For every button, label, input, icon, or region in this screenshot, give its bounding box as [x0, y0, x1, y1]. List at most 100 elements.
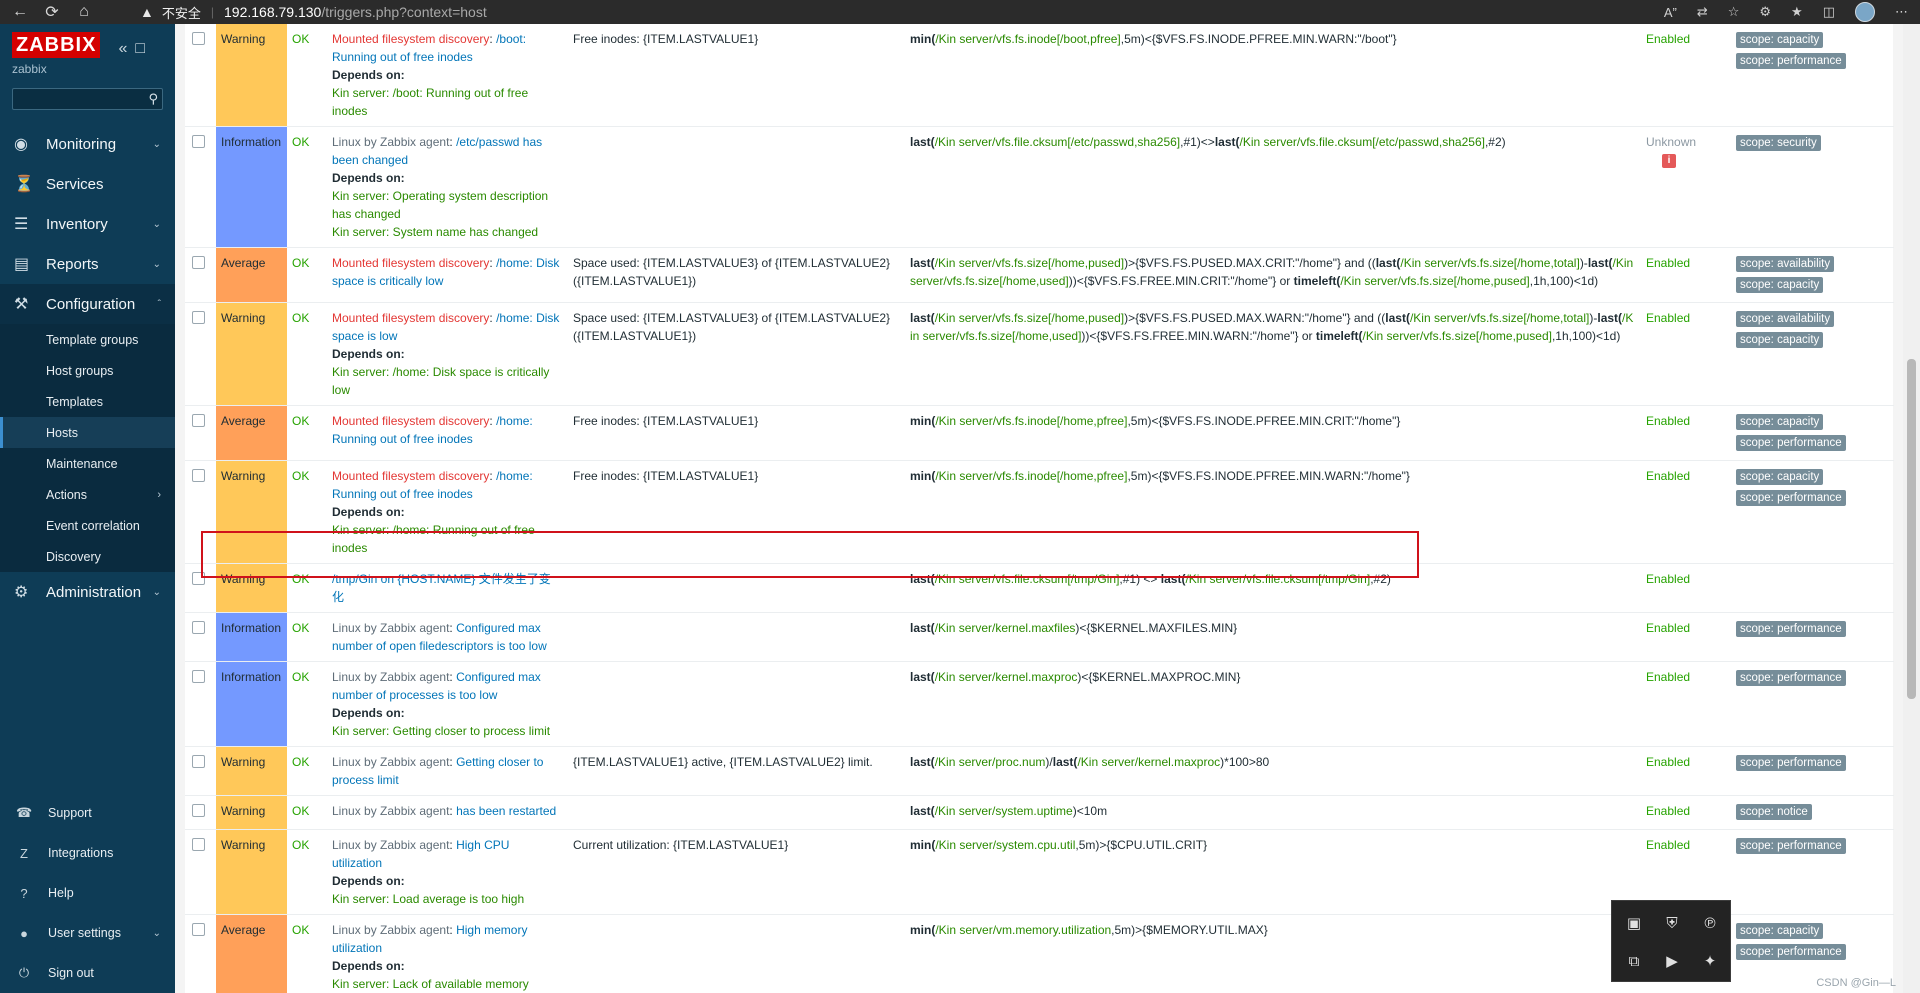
tag-badge[interactable]: scope: availability	[1736, 311, 1835, 327]
dependency-link[interactable]: Kin server: Load average is too high	[332, 890, 560, 908]
template-link[interactable]: Linux by Zabbix agent	[332, 621, 449, 635]
expression-item-link[interactable]: /Kin server/vfs.file.cksum[/etc/passwd,s…	[935, 135, 1180, 149]
expression-item-link[interactable]: /Kin server/vfs.fs.size[/home,pused]	[935, 256, 1124, 270]
insecure-label[interactable]: 不安全	[162, 3, 201, 22]
submenu-discovery[interactable]: Discovery	[0, 541, 175, 572]
submenu-host-groups[interactable]: Host groups	[0, 355, 175, 386]
tag-badge[interactable]: scope: notice	[1736, 804, 1812, 820]
status-toggle[interactable]: Enabled	[1646, 621, 1690, 635]
row-checkbox[interactable]	[192, 572, 205, 585]
trigger-name-link[interactable]: /tmp/Gin on {HOST.NAME} 文件发生了变化	[332, 572, 551, 604]
info-icon[interactable]: i	[1662, 153, 1676, 168]
row-checkbox[interactable]	[192, 804, 205, 817]
tag-badge[interactable]: scope: performance	[1736, 490, 1846, 506]
tag-badge[interactable]: scope: capacity	[1736, 32, 1824, 48]
status-toggle[interactable]: Enabled	[1646, 755, 1690, 769]
collections-icon[interactable]: ◫	[1823, 4, 1835, 20]
tag-badge[interactable]: scope: performance	[1736, 621, 1846, 637]
row-checkbox[interactable]	[192, 838, 205, 851]
tag-badge[interactable]: scope: performance	[1736, 670, 1846, 686]
menu-integrations[interactable]: Z Integrations	[0, 833, 175, 873]
discovery-rule-link[interactable]: Mounted filesystem discovery	[332, 32, 489, 46]
menu-configuration[interactable]: ⚒ Configuration ˆ	[0, 284, 175, 324]
submenu-templates[interactable]: Templates	[0, 386, 175, 417]
menu-help[interactable]: ? Help	[0, 873, 175, 913]
expression-item-link[interactable]: /Kin server/vfs.file.cksum[/tmp/Gin]	[1185, 572, 1370, 586]
expression-item-link[interactable]: /Kin server/vfs.file.cksum[/etc/passwd,s…	[1240, 135, 1485, 149]
menu-services[interactable]: ⏳ Services	[0, 164, 175, 204]
url-host[interactable]: 192.168.79.130	[224, 4, 321, 20]
discovery-rule-link[interactable]: Mounted filesystem discovery	[332, 311, 489, 325]
read-aloud-icon[interactable]: A”	[1664, 5, 1677, 20]
template-link[interactable]: Linux by Zabbix agent	[332, 804, 449, 818]
tray-copy-icon[interactable]: ⧉	[1620, 947, 1648, 975]
status-toggle[interactable]: Enabled	[1646, 32, 1690, 46]
trigger-name-link[interactable]: has been restarted	[456, 804, 556, 818]
dependency-link[interactable]: Kin server: System name has changed	[332, 223, 560, 241]
translate-icon[interactable]: ⇄	[1697, 4, 1708, 20]
tag-badge[interactable]: scope: performance	[1736, 435, 1846, 451]
status-toggle[interactable]: Unknown	[1646, 135, 1696, 149]
profile-avatar[interactable]	[1855, 2, 1875, 22]
expression-item-link[interactable]: /Kin server/vfs.fs.size[/home,pused]	[935, 311, 1124, 325]
status-toggle[interactable]: Enabled	[1646, 804, 1690, 818]
row-checkbox[interactable]	[192, 256, 205, 269]
expression-item-link[interactable]: /Kin server/system.uptime	[935, 804, 1073, 818]
discovery-rule-link[interactable]: Mounted filesystem discovery	[332, 256, 489, 270]
status-toggle[interactable]: Enabled	[1646, 670, 1690, 684]
tag-badge[interactable]: scope: capacity	[1736, 277, 1824, 293]
tag-badge[interactable]: scope: security	[1736, 135, 1821, 151]
menu-administration[interactable]: ⚙ Administration ⌄	[0, 572, 175, 612]
zabbix-logo[interactable]: ZABBIX	[12, 32, 101, 58]
tag-badge[interactable]: scope: availability	[1736, 256, 1835, 272]
expression-item-link[interactable]: /Kin server/proc.num	[935, 755, 1046, 769]
template-link[interactable]: Linux by Zabbix agent	[332, 670, 449, 684]
template-link[interactable]: Linux by Zabbix agent	[332, 755, 449, 769]
menu-user-settings[interactable]: ● User settings ⌄	[0, 913, 175, 953]
row-checkbox[interactable]	[192, 469, 205, 482]
expression-item-link[interactable]: /Kin server/vfs.fs.inode[/home,pfree]	[935, 469, 1127, 483]
expression-item-link[interactable]: /Kin server/vfs.fs.size[/home,pused]	[1363, 329, 1552, 343]
status-toggle[interactable]: Enabled	[1646, 311, 1690, 325]
tag-badge[interactable]: scope: performance	[1736, 944, 1846, 960]
discovery-rule-link[interactable]: Mounted filesystem discovery	[332, 469, 489, 483]
expression-item-link[interactable]: /Kin server/vfs.fs.inode[/home,pfree]	[935, 414, 1127, 428]
status-toggle[interactable]: Enabled	[1646, 414, 1690, 428]
tag-badge[interactable]: scope: performance	[1736, 755, 1846, 771]
submenu-event-correlation[interactable]: Event correlation	[0, 510, 175, 541]
tray-teams-icon[interactable]: ▶	[1658, 947, 1686, 975]
tray-network-icon[interactable]: ▣	[1620, 909, 1648, 937]
row-checkbox[interactable]	[192, 755, 205, 768]
row-checkbox[interactable]	[192, 135, 205, 148]
submenu-actions[interactable]: Actions ›	[0, 479, 175, 510]
reload-icon[interactable]: ⟳	[40, 0, 64, 24]
favorites-list-icon[interactable]: ★	[1791, 4, 1803, 20]
template-link[interactable]: Linux by Zabbix agent	[332, 923, 449, 937]
menu-sign-out[interactable]: ⏻ Sign out	[0, 953, 175, 993]
dependency-link[interactable]: Kin server: Getting closer to process li…	[332, 722, 560, 740]
sidebar-search-input[interactable]: ⚲	[12, 88, 163, 110]
expression-item-link[interactable]: /Kin server/kernel.maxproc	[1077, 755, 1220, 769]
menu-monitoring[interactable]: ◉ Monitoring ⌄	[0, 124, 175, 164]
dependency-link[interactable]: Kin server: Operating system description…	[332, 187, 560, 223]
tray-defender-icon[interactable]: ⛨	[1658, 909, 1686, 937]
tag-badge[interactable]: scope: capacity	[1736, 923, 1824, 939]
status-toggle[interactable]: Enabled	[1646, 256, 1690, 270]
template-link[interactable]: Linux by Zabbix agent	[332, 838, 449, 852]
row-checkbox[interactable]	[192, 621, 205, 634]
tag-badge[interactable]: scope: capacity	[1736, 414, 1824, 430]
row-checkbox[interactable]	[192, 923, 205, 936]
dependency-link[interactable]: Kin server: /home: Disk space is critica…	[332, 363, 560, 399]
sidebar-collapse-icons[interactable]: «□	[118, 40, 153, 58]
expression-item-link[interactable]: /Kin server/vfs.file.cksum[/tmp/Gin]	[935, 572, 1120, 586]
row-checkbox[interactable]	[192, 32, 205, 45]
tag-badge[interactable]: scope: performance	[1736, 53, 1846, 69]
tag-badge[interactable]: scope: capacity	[1736, 469, 1824, 485]
template-link[interactable]: Linux by Zabbix agent	[332, 135, 449, 149]
dependency-link[interactable]: Kin server: Lack of available memory	[332, 975, 560, 993]
discovery-rule-link[interactable]: Mounted filesystem discovery	[332, 414, 489, 428]
menu-support[interactable]: ☎ Support	[0, 793, 175, 833]
dependency-link[interactable]: Kin server: /home: Running out of free i…	[332, 521, 560, 557]
vertical-scrollbar[interactable]	[1903, 24, 1920, 993]
more-menu-icon[interactable]: ⋯	[1895, 4, 1908, 20]
